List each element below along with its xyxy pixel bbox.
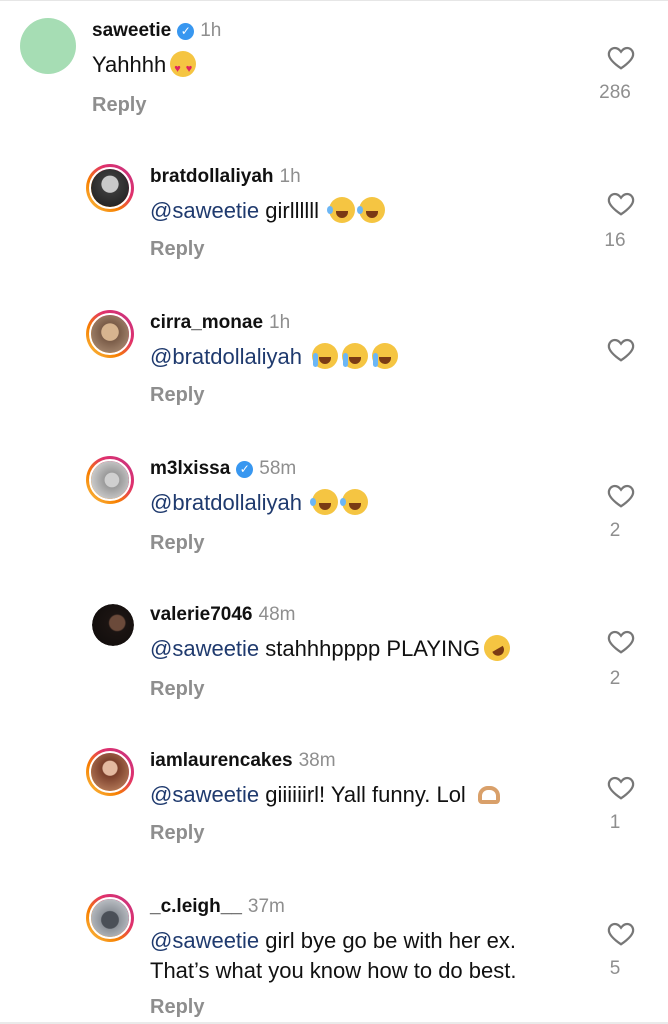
comment-text: Yahhhh <box>92 50 197 84</box>
reply-button[interactable]: Reply <box>150 820 204 846</box>
reply-button[interactable]: Reply <box>150 994 204 1020</box>
username[interactable]: valerie7046 <box>150 604 253 625</box>
comment-text: @saweetie girl bye go be with her ex. Th… <box>150 928 517 983</box>
mention-link[interactable]: @bratdollaliyah <box>150 344 302 369</box>
reply-button[interactable]: Reply <box>150 236 204 262</box>
timestamp: 1h <box>279 166 301 187</box>
crying-emoji-icon <box>312 343 339 369</box>
avatar[interactable] <box>20 18 76 74</box>
username[interactable]: iamlaurencakes <box>150 750 293 771</box>
comment-reply: _c.leigh__ 37m @saweetie girl bye go be w… <box>0 894 668 1022</box>
mention-link[interactable]: @saweetie <box>150 782 259 807</box>
like-heart-icon[interactable] <box>606 918 636 948</box>
crying-emoji-icon <box>342 343 369 369</box>
comment-reply: iamlaurencakes 38m @saweetie giiiiiirl! Y… <box>0 748 668 858</box>
tears-of-joy-emoji-icon <box>310 489 339 515</box>
like-count: 286 <box>599 82 631 103</box>
username[interactable]: saweetie <box>92 20 171 41</box>
top-divider <box>0 0 668 1</box>
mention-link[interactable]: @saweetie <box>150 928 259 953</box>
comment: saweetie ✓ 1h Yahhhh Reply 286 <box>0 18 668 128</box>
comment-text: @saweetie girllllll <box>150 196 386 226</box>
mention-link[interactable]: @saweetie <box>150 198 259 223</box>
avatar[interactable] <box>86 310 134 358</box>
verified-badge-icon: ✓ <box>236 461 254 478</box>
like-count: 2 <box>609 668 621 689</box>
timestamp: 1h <box>200 20 222 41</box>
avatar[interactable] <box>86 456 134 504</box>
comment-text: @saweetie stahhhpppp PLAYING <box>150 630 515 666</box>
comment-reply: cirra_monae 1h @bratdollaliyah Reply <box>0 310 668 420</box>
like-count: 1 <box>609 812 621 833</box>
tears-of-joy-emoji-icon <box>327 197 356 223</box>
timestamp: 38m <box>298 750 336 771</box>
tears-of-joy-emoji-icon <box>357 197 386 223</box>
comment-text: @bratdollaliyah <box>150 488 369 518</box>
comment-reply: m3lxissa ✓ 58m @bratdollaliyah Reply 2 <box>0 456 668 566</box>
timestamp: 37m <box>247 896 285 917</box>
reply-button[interactable]: Reply <box>150 676 204 702</box>
heart-eyes-emoji-icon <box>170 51 197 84</box>
timestamp: 1h <box>269 312 291 333</box>
avatar[interactable] <box>86 748 134 796</box>
reply-button[interactable]: Reply <box>150 382 204 408</box>
comment-reply: bratdollaliyah 1h @saweetie girllllll Rep… <box>0 164 668 274</box>
like-heart-icon[interactable] <box>606 480 636 510</box>
rofl-emoji-icon <box>479 630 515 666</box>
reply-button[interactable]: Reply <box>150 530 204 556</box>
avatar[interactable] <box>86 164 134 212</box>
comment-reply: valerie7046 48m @saweetie stahhhpppp PLAY… <box>0 602 668 712</box>
timestamp: 48m <box>258 604 296 625</box>
heart-hands-emoji-icon <box>476 781 502 807</box>
like-count: 5 <box>609 958 621 979</box>
verified-badge-icon: ✓ <box>177 23 195 40</box>
username[interactable]: _c.leigh__ <box>150 896 242 917</box>
mention-link[interactable]: @saweetie <box>150 636 259 661</box>
like-heart-icon[interactable] <box>606 334 636 364</box>
crying-emoji-icon <box>372 343 399 369</box>
username[interactable]: cirra_monae <box>150 312 263 333</box>
avatar[interactable] <box>92 604 134 646</box>
like-heart-icon[interactable] <box>606 626 636 656</box>
username[interactable]: m3lxissa <box>150 458 230 479</box>
like-count: 16 <box>604 230 626 251</box>
avatar[interactable] <box>86 894 134 942</box>
username[interactable]: bratdollaliyah <box>150 166 274 187</box>
like-heart-icon[interactable] <box>606 42 636 72</box>
mention-link[interactable]: @bratdollaliyah <box>150 490 302 515</box>
like-heart-icon[interactable] <box>606 188 636 218</box>
like-heart-icon[interactable] <box>606 772 636 802</box>
comment-text: @bratdollaliyah <box>150 342 399 372</box>
tears-of-joy-emoji-icon <box>340 489 369 515</box>
comment-text: @saweetie giiiiiirl! Yall funny. Lol <box>150 780 502 810</box>
like-count: 2 <box>609 520 621 541</box>
timestamp: 58m <box>259 458 297 479</box>
reply-button[interactable]: Reply <box>92 92 146 118</box>
